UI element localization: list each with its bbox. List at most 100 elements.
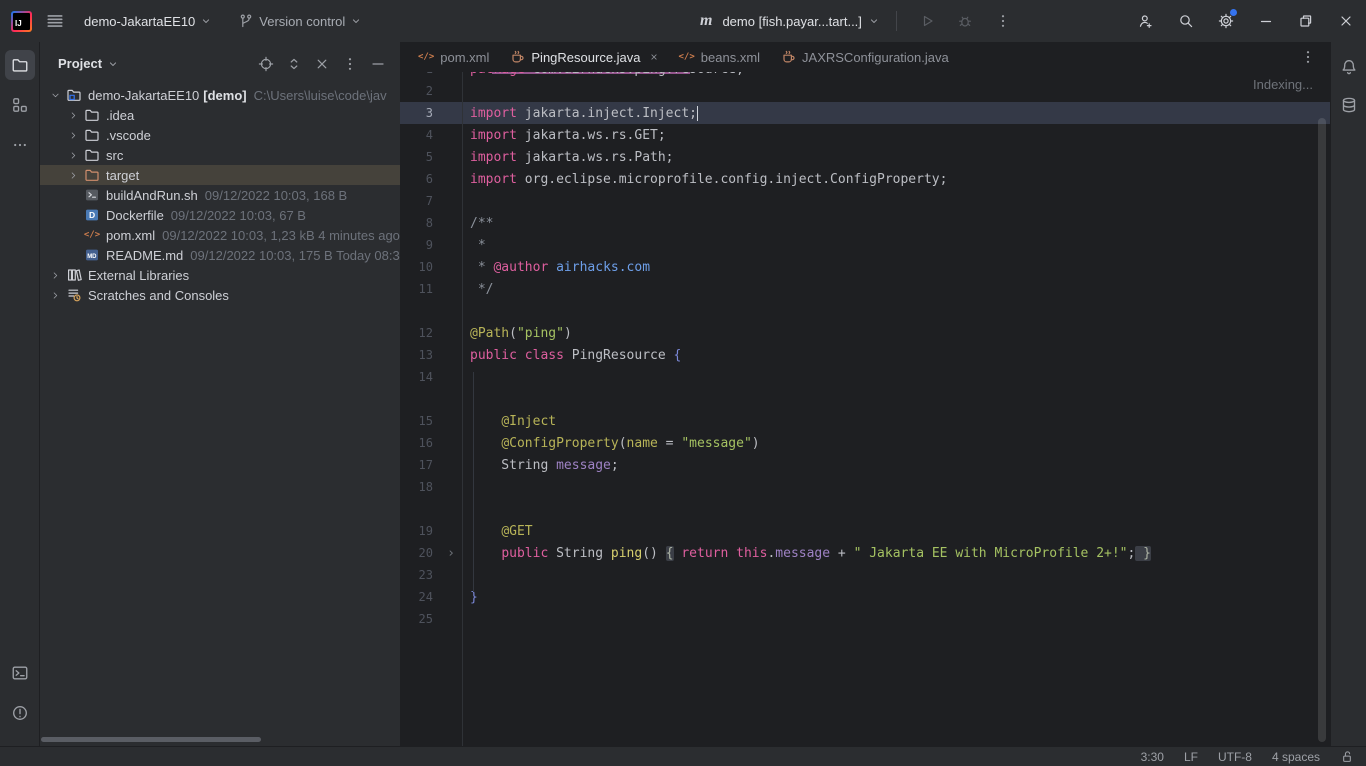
debug-button-icon[interactable] <box>951 7 979 35</box>
tree-item-buildandrun-sh[interactable]: buildAndRun.sh09/12/2022 10:03, 168 B <box>40 185 400 205</box>
project-selector[interactable]: demo-JakartaEE10 <box>78 10 218 33</box>
vcs-selector[interactable]: Version control <box>232 9 368 33</box>
tree-item-meta: 09/12/2022 10:03, 1,23 kB 4 minutes ago <box>162 228 400 243</box>
more-vertical-icon[interactable] <box>338 52 362 76</box>
tree-item-label: README.md <box>106 248 183 263</box>
hide-icon[interactable] <box>366 52 390 76</box>
terminal-tool-button[interactable] <box>5 658 35 688</box>
problems-tool-button[interactable] <box>5 698 35 728</box>
expand-all-icon[interactable] <box>282 52 306 76</box>
tree-item-demo-jakartaee10[interactable]: demo-JakartaEE10[demo]C:\Users\luise\cod… <box>40 85 400 105</box>
line-number: 11 <box>400 282 440 296</box>
code-line-12: 12@Path("ping") <box>400 322 1330 344</box>
tree-item-external-libraries[interactable]: External Libraries <box>40 265 400 285</box>
status-item-utf-8[interactable]: UTF-8 <box>1218 750 1252 764</box>
status-item-3-30[interactable]: 3:30 <box>1141 750 1164 764</box>
code-text: import org.eclipse.microprofile.config.i… <box>462 172 947 187</box>
unlocked-icon[interactable] <box>1340 750 1354 764</box>
run-configuration-selector[interactable]: demo [fish.payar...tart...] <box>722 14 879 29</box>
editor-tab-beans-xml[interactable]: </>beans.xml <box>669 42 771 72</box>
git-branch-icon <box>238 13 254 29</box>
search-everywhere-icon[interactable] <box>1166 0 1206 42</box>
chevron-down-icon[interactable] <box>46 90 64 101</box>
tree-item--idea[interactable]: .idea <box>40 105 400 125</box>
folder-icon <box>82 127 102 143</box>
tree-item-label: External Libraries <box>88 268 189 283</box>
notifications-tool-button[interactable] <box>1334 52 1364 82</box>
window-minimize-icon[interactable] <box>1246 0 1286 42</box>
settings-gear-icon[interactable] <box>1206 0 1246 42</box>
folder-icon <box>82 147 102 163</box>
indent-guide <box>473 372 474 592</box>
tree-item--vscode[interactable]: .vscode <box>40 125 400 145</box>
line-number: 16 <box>400 436 440 450</box>
code-editor[interactable]: 1package com.airhacks.ping.resource;23im… <box>400 72 1330 746</box>
code-line-25: 25 <box>400 608 1330 630</box>
chevron-right-icon[interactable] <box>64 170 82 181</box>
editor-tab-pingresource-java[interactable]: PingResource.java <box>499 42 668 72</box>
main-menu-icon[interactable] <box>46 12 64 30</box>
code-with-me-icon[interactable] <box>1126 0 1166 42</box>
tree-item-label: demo-JakartaEE10 <box>88 88 199 103</box>
tree-item-pom-xml[interactable]: </>pom.xml09/12/2022 10:03, 1,23 kB 4 mi… <box>40 225 400 245</box>
tree-item-dockerfile[interactable]: DDockerfile09/12/2022 10:03, 67 B <box>40 205 400 225</box>
code-line-23: 23 <box>400 564 1330 586</box>
project-panel-title-dropdown[interactable]: Project <box>58 56 119 71</box>
editor-vertical-scrollbar[interactable] <box>1318 118 1326 742</box>
status-item-4-spaces[interactable]: 4 spaces <box>1272 750 1320 764</box>
locate-icon[interactable] <box>254 52 278 76</box>
tree-item-label: src <box>106 148 123 163</box>
project-horizontal-scrollbar[interactable] <box>41 737 261 742</box>
chevron-right-icon[interactable] <box>46 290 64 301</box>
line-number: 14 <box>400 370 440 384</box>
tree-item-src[interactable]: src <box>40 145 400 165</box>
line-number: 13 <box>400 348 440 362</box>
title-bar: IJ demo-JakartaEE10 Version control m de… <box>0 0 1366 42</box>
project-tool-button[interactable] <box>5 50 35 80</box>
fold-chevron-icon[interactable]: › <box>440 546 462 561</box>
settings-notification-dot <box>1230 9 1237 16</box>
line-number: 2 <box>400 84 440 98</box>
tree-item-label: .idea <box>106 108 134 123</box>
tree-item-label: buildAndRun.sh <box>106 188 198 203</box>
xml-file-icon: </> <box>679 52 695 62</box>
window-restore-icon[interactable] <box>1286 0 1326 42</box>
folder-excluded-icon <box>82 167 102 183</box>
collapse-all-icon[interactable] <box>310 52 334 76</box>
database-tool-button[interactable] <box>1334 90 1364 120</box>
editor-tab-jaxrsconfiguration-java[interactable]: JAXRSConfiguration.java <box>770 42 959 72</box>
editor-tab-pom-xml[interactable]: </>pom.xml <box>408 42 499 72</box>
project-panel-title: Project <box>58 56 102 71</box>
structure-tool-button[interactable] <box>5 90 35 120</box>
more-actions-icon[interactable] <box>989 7 1017 35</box>
code-inlay-spacer <box>400 498 1330 520</box>
status-item-lf[interactable]: LF <box>1184 750 1198 764</box>
code-line-24: 24} <box>400 586 1330 608</box>
code-line-10: 10 * @author airhacks.com <box>400 256 1330 278</box>
code-line-2: 2 <box>400 80 1330 102</box>
line-number: 9 <box>400 238 440 252</box>
tree-item-readme-md[interactable]: MDREADME.md09/12/2022 10:03, 175 B Today… <box>40 245 400 265</box>
chevron-down-icon <box>350 15 362 27</box>
chevron-right-icon[interactable] <box>64 150 82 161</box>
code-inlay-spacer <box>400 388 1330 410</box>
chevron-right-icon[interactable] <box>46 270 64 281</box>
editor-area[interactable]: </>pom.xmlPingResource.java</>beans.xmlJ… <box>400 42 1330 746</box>
run-button-icon[interactable] <box>913 7 941 35</box>
window-close-icon[interactable] <box>1326 0 1366 42</box>
shell-file-icon <box>82 187 102 203</box>
tree-item-scratches-and-consoles[interactable]: Scratches and Consoles <box>40 285 400 305</box>
code-text: import jakarta.inject.Inject; <box>462 106 698 121</box>
more-horizontal-tool-button[interactable] <box>5 130 35 160</box>
chevron-right-icon[interactable] <box>64 110 82 121</box>
chevron-right-icon[interactable] <box>64 130 82 141</box>
code-line-15: 15 @Inject <box>400 410 1330 432</box>
tab-close-icon[interactable] <box>649 52 659 62</box>
tab-list-more-icon[interactable] <box>1300 49 1316 65</box>
code-line-16: 16 @ConfigProperty(name = "message") <box>400 432 1330 454</box>
gutter-separator <box>462 72 463 746</box>
code-text: * @author airhacks.com <box>462 260 650 275</box>
tree-item-target[interactable]: target <box>40 165 400 185</box>
docker-file-icon: D <box>82 207 102 223</box>
code-line-9: 9 * <box>400 234 1330 256</box>
